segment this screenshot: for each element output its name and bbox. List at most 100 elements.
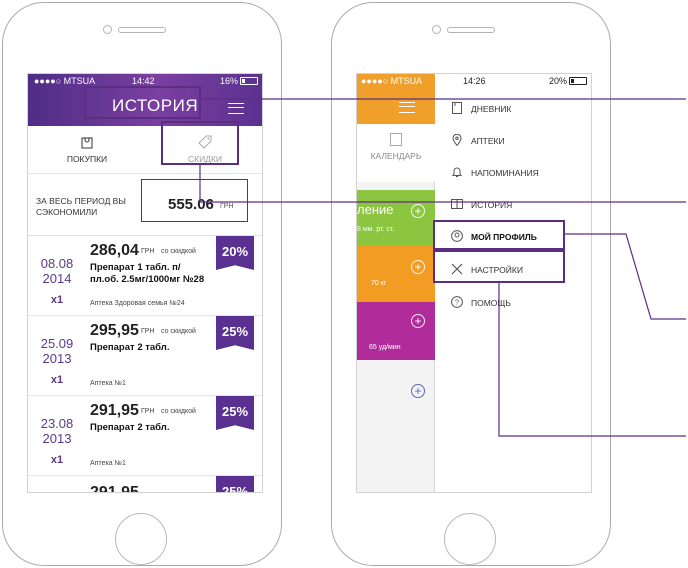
right-phone: КАЛЕНДАРЬ ление 8 мм. рт. ст. + 70 кг + … <box>331 2 611 566</box>
menu-item-label: НАСТРОЙКИ <box>471 265 523 275</box>
purchase-price: 291,95 <box>90 484 139 493</box>
dashboard-strip: КАЛЕНДАРЬ ление 8 мм. рт. ст. + 70 кг + … <box>357 74 435 492</box>
tab-discounts-label: СКИДКИ <box>187 154 223 164</box>
page-title: ИСТОРИЯ <box>112 96 199 115</box>
purchase-date: 25.09 2013 <box>34 336 80 366</box>
menu-item-pharmacies[interactable]: АПТЕКИ <box>445 130 585 150</box>
profile-icon <box>451 230 463 242</box>
status-time: 14:26 <box>463 76 486 86</box>
purchase-qty: x1 <box>50 374 64 386</box>
menu-item-settings[interactable]: НАСТРОЙКИ <box>445 259 585 279</box>
purchase-date: 08.08 2014 <box>34 256 80 286</box>
diary-icon <box>452 102 462 114</box>
menu-item-help[interactable]: ? ПОМОЩЬ <box>445 292 585 312</box>
purchase-note: со скидкой <box>161 248 196 255</box>
history-icon <box>451 199 463 209</box>
purchase-note: со скидкой <box>161 408 196 415</box>
purchase-product: Препарат 2 табл. <box>90 342 170 353</box>
history-screen: ●●●●○ MTSUA 14:42 16% ИСТОРИЯ ПОКУПКИ СК… <box>27 73 263 493</box>
purchase-currency: ГРН <box>141 248 155 255</box>
hamburger-menu-icon[interactable] <box>228 103 244 114</box>
add-record-icon[interactable]: + <box>411 384 425 398</box>
purchase-currency: ГРН <box>141 408 155 415</box>
purchase-pharmacy: Аптека №1 <box>90 380 126 387</box>
purchase-currency: ГРН <box>141 328 155 335</box>
calendar-shortcut[interactable]: КАЛЕНДАРЬ <box>357 124 435 182</box>
purchase-year: 2014 <box>42 271 72 286</box>
tag-icon <box>198 135 212 149</box>
bell-icon <box>452 167 462 177</box>
pressure-card[interactable]: ление 8 мм. рт. ст. + <box>357 190 435 246</box>
discount-badge: 25% <box>216 396 254 430</box>
menu-item-label: МОЙ ПРОФИЛЬ <box>471 232 537 242</box>
status-time: 14:42 <box>132 76 155 86</box>
carrier-label: ●●●●○ MTSUA <box>361 76 423 86</box>
purchase-qty: x1 <box>50 454 64 466</box>
battery-percent: 16% <box>219 76 238 86</box>
purchase-day: 25.09 <box>40 336 74 351</box>
menu-screen: КАЛЕНДАРЬ ление 8 мм. рт. ст. + 70 кг + … <box>356 73 592 493</box>
purchase-pharmacy: Аптека №1 <box>90 460 126 467</box>
savings-summary: ЗА ВЕСЬ ПЕРИОД ВЫ СЭКОНОМИЛИ 555.06 ГРН <box>28 174 262 236</box>
pulse-card[interactable]: 65 уд/мин + <box>357 302 435 360</box>
menu-item-label: ИСТОРИЯ <box>471 200 513 210</box>
speaker-icon <box>447 27 495 33</box>
pulse-card-value: 65 уд/мин <box>369 344 401 351</box>
speaker-icon <box>118 27 166 33</box>
menu-item-label: ПОМОЩЬ <box>471 298 511 308</box>
weight-card-value: 70 кг <box>371 280 387 287</box>
tab-purchases[interactable]: ПОКУПКИ <box>28 126 146 174</box>
purchase-item[interactable]: 23.08 2013 x1 291,95 ГРН со скидкой Препа… <box>28 396 262 476</box>
purchase-item[interactable]: 291,95 25% <box>28 476 262 493</box>
menu-item-history[interactable]: ИСТОРИЯ <box>445 194 585 214</box>
calendar-label: КАЛЕНДАРЬ <box>370 151 422 161</box>
purchase-item[interactable]: 25.09 2013 x1 295,95 ГРН со скидкой Препа… <box>28 316 262 396</box>
menu-item-reminders[interactable]: НАПОМИНАНИЯ <box>445 162 585 182</box>
purchase-product: Препарат 1 табл. п/пл.об. 2.5мг/1000мг №… <box>90 262 205 285</box>
purchase-day: 08.08 <box>40 256 74 271</box>
discount-badge: 25% <box>216 316 254 350</box>
home-button[interactable] <box>115 513 167 565</box>
purchase-date: 23.08 2013 <box>34 416 80 446</box>
menu-item-label: НАПОМИНАНИЯ <box>471 168 539 178</box>
add-pulse-icon[interactable]: + <box>411 314 425 328</box>
left-phone: ●●●●○ MTSUA 14:42 16% ИСТОРИЯ ПОКУПКИ СК… <box>2 2 282 566</box>
battery-icon <box>240 77 258 85</box>
discount-badge: 20% <box>216 236 254 270</box>
purchase-year: 2013 <box>42 431 72 446</box>
add-weight-icon[interactable]: + <box>411 260 425 274</box>
purchase-item[interactable]: 08.08 2014 x1 286,04 ГРН со скидкой Препа… <box>28 236 262 316</box>
home-button[interactable] <box>444 513 496 565</box>
purchase-price: 286,04 <box>90 242 139 259</box>
purchase-price: 295,95 <box>90 322 139 339</box>
discount-badge: 25% <box>216 476 254 492</box>
map-pin-icon <box>452 134 462 146</box>
menu-item-label: АПТЕКИ <box>471 136 505 146</box>
tab-purchases-label: ПОКУПКИ <box>66 154 108 164</box>
menu-item-diary[interactable]: ДНЕВНИК <box>445 98 585 118</box>
savings-value: 555.06 <box>168 196 214 213</box>
battery-percent: 20% <box>548 76 567 86</box>
hamburger-menu-icon[interactable] <box>399 102 415 113</box>
purchase-product: Препарат 2 табл. <box>90 422 170 433</box>
calendar-icon <box>390 133 402 146</box>
status-bar: ●●●●○ MTSUA 14:26 20% <box>357 74 591 88</box>
history-header: ●●●●○ MTSUA 14:42 16% ИСТОРИЯ <box>28 74 262 126</box>
menu-item-label: ДНЕВНИК <box>471 104 512 114</box>
bag-icon <box>81 137 93 149</box>
add-pressure-icon[interactable]: + <box>411 204 425 218</box>
purchase-pharmacy: Аптека Здоровая семья №24 <box>90 300 185 307</box>
purchase-qty: x1 <box>50 294 64 306</box>
menu-item-my-profile[interactable]: МОЙ ПРОФИЛЬ <box>445 226 585 246</box>
svg-text:?: ? <box>455 300 459 307</box>
tab-discounts[interactable]: СКИДКИ <box>146 126 262 174</box>
battery-indicator: 20% <box>549 74 587 88</box>
savings-label: ЗА ВЕСЬ ПЕРИОД ВЫ СЭКОНОМИЛИ <box>36 196 126 217</box>
pressure-card-value: 8 мм. рт. ст. <box>357 226 395 233</box>
battery-indicator: 16% <box>220 74 258 88</box>
battery-icon <box>569 77 587 85</box>
purchase-note: со скидкой <box>161 328 196 335</box>
savings-currency: ГРН <box>220 203 234 210</box>
help-icon: ? <box>451 296 463 308</box>
weight-card[interactable]: 70 кг + <box>357 246 435 302</box>
